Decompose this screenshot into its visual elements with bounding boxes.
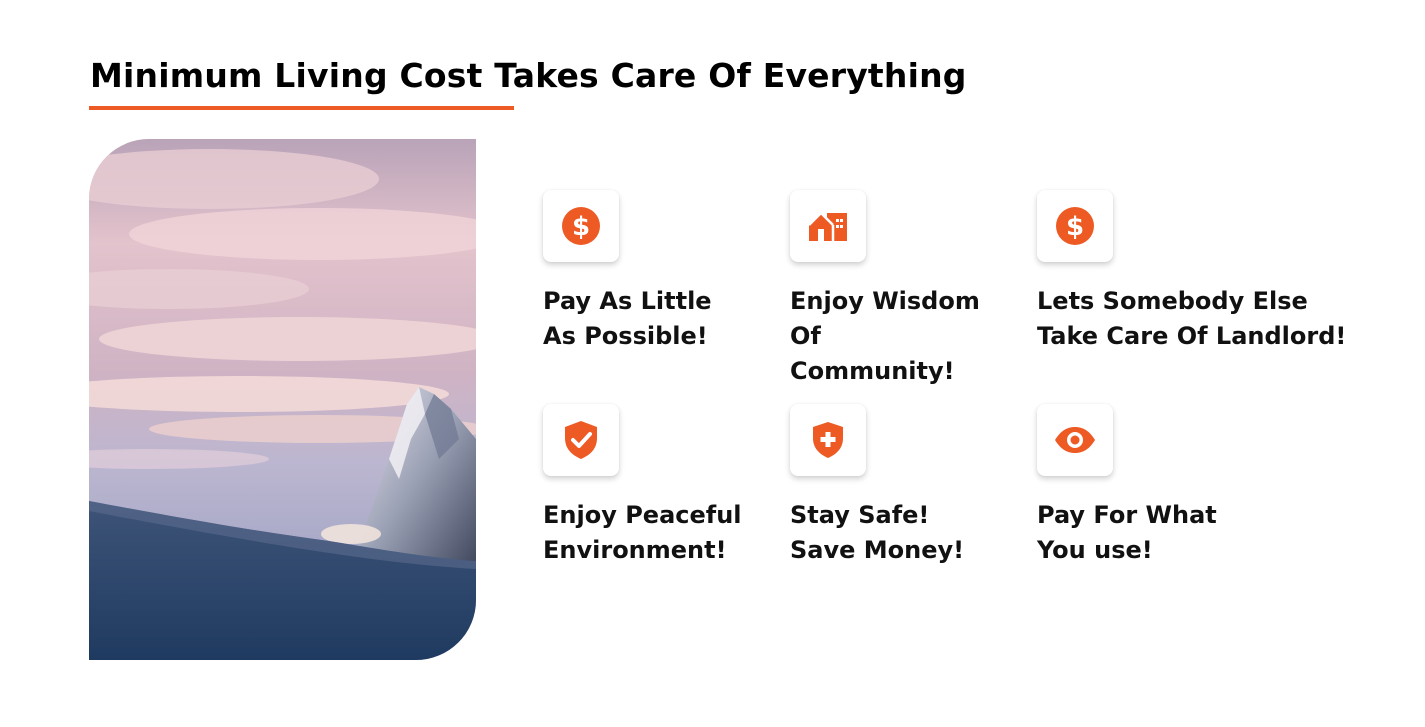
icon-card	[790, 404, 866, 476]
icon-card: $	[543, 190, 619, 262]
svg-text:$: $	[1066, 212, 1084, 242]
feature-landlord-care: $ Lets Somebody Else Take Care Of Landlo…	[1037, 190, 1347, 354]
feature-line: Take Care Of Landlord!	[1037, 322, 1347, 350]
page: Minimum Living Cost Takes Care Of Everyt…	[0, 0, 1425, 727]
mountain-photo	[89, 139, 476, 660]
shield-check-icon	[565, 421, 597, 459]
house-icon	[808, 211, 847, 241]
icon-card: $	[1037, 190, 1113, 262]
icon-card	[790, 190, 866, 262]
heading-underline	[89, 106, 514, 110]
dollar-circle-icon: $	[562, 207, 600, 245]
shield-plus-icon	[813, 422, 843, 458]
icon-card	[543, 404, 619, 476]
eye-icon	[1055, 427, 1095, 453]
dollar-circle-icon: $	[1056, 207, 1094, 245]
feature-line: Community!	[790, 357, 955, 385]
svg-text:$: $	[572, 212, 590, 242]
feature-label: Pay For What You use!	[1037, 498, 1337, 568]
feature-line: Lets Somebody Else	[1037, 287, 1308, 315]
feature-line: You use!	[1037, 536, 1153, 564]
feature-pay-for-use: Pay For What You use!	[1037, 404, 1337, 568]
section-heading: Minimum Living Cost Takes Care Of Everyt…	[90, 56, 967, 95]
feature-line: Pay For What	[1037, 501, 1217, 529]
feature-label: Lets Somebody Else Take Care Of Landlord…	[1037, 284, 1347, 354]
icon-card	[1037, 404, 1113, 476]
